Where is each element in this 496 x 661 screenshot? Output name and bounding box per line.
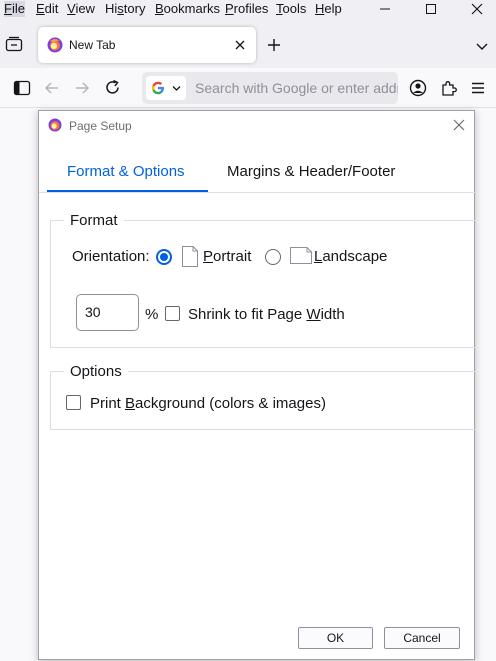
menu-view[interactable]: View — [67, 1, 95, 17]
navigation-toolbar: Search with Google or enter addr — [0, 68, 496, 108]
dialog-title: Page Setup — [69, 119, 132, 133]
arrow-left-icon — [44, 82, 58, 94]
menu-help[interactable]: Help — [315, 1, 342, 17]
page-setup-dialog: Page Setup Format & Options Margins & He… — [38, 110, 475, 660]
close-icon — [453, 119, 465, 131]
list-all-tabs-button[interactable] — [476, 39, 488, 57]
account-button[interactable] — [409, 79, 427, 102]
orientation-label: Orientation: — [72, 248, 150, 265]
extensions-button[interactable] — [440, 79, 458, 102]
close-icon — [471, 3, 483, 15]
tab-new-tab[interactable]: New Tab — [38, 27, 256, 63]
landscape-page-icon — [290, 247, 312, 264]
chevron-down-icon — [476, 43, 488, 50]
forward-button[interactable] — [74, 80, 90, 101]
url-placeholder: Search with Google or enter addr — [195, 80, 398, 96]
plus-icon — [268, 39, 280, 51]
print-background-checkbox[interactable] — [66, 395, 81, 410]
search-engine-button[interactable] — [146, 76, 186, 100]
arrow-right-icon — [76, 82, 90, 94]
reload-button[interactable] — [104, 79, 121, 101]
tab-margins-header-footer[interactable]: Margins & Header/Footer — [227, 163, 395, 180]
menu-profiles[interactable]: Profiles — [225, 1, 268, 17]
options-legend: Options — [64, 363, 128, 380]
menu-bookmarks[interactable]: Bookmarks — [155, 1, 220, 17]
tab-title: New Tab — [69, 38, 116, 52]
tab-strip: New Tab — [0, 18, 496, 68]
maximize-button[interactable] — [411, 0, 451, 18]
ok-button[interactable]: OK — [298, 627, 373, 649]
menu-history[interactable]: History — [105, 1, 145, 17]
print-background-label[interactable]: Print Background (colors & images) — [90, 395, 326, 412]
close-icon — [235, 40, 245, 50]
sidebar-icon — [13, 80, 31, 96]
shrink-to-fit-checkbox[interactable] — [165, 306, 180, 321]
app-menu-button[interactable] — [471, 81, 485, 99]
menu-edit[interactable]: Edit — [36, 1, 58, 17]
puzzle-icon — [442, 81, 457, 96]
menu-bar: File Edit View History Bookmarks Profile… — [0, 0, 496, 18]
portrait-label[interactable]: Portrait — [203, 248, 251, 265]
url-bar[interactable]: Search with Google or enter addr — [142, 72, 398, 104]
scale-input[interactable]: 30 — [76, 294, 139, 331]
tab-groups-icon — [5, 36, 23, 52]
firefox-logo-icon — [47, 37, 63, 53]
format-legend: Format — [64, 212, 124, 229]
percent-label: % — [145, 306, 159, 323]
menu-file[interactable]: File — [4, 1, 25, 17]
cancel-button[interactable]: Cancel — [384, 627, 460, 649]
new-tab-button[interactable] — [267, 38, 281, 57]
account-icon — [409, 79, 427, 97]
chevron-down-icon — [172, 86, 181, 91]
portrait-page-icon — [182, 246, 198, 267]
back-button[interactable] — [44, 80, 60, 101]
google-icon — [151, 81, 164, 95]
landscape-radio[interactable] — [265, 249, 281, 265]
shrink-to-fit-label[interactable]: Shrink to fit Page Width — [188, 306, 345, 323]
sidebar-button[interactable] — [13, 80, 31, 101]
minimize-button[interactable] — [365, 0, 405, 18]
close-tab-button[interactable] — [234, 38, 246, 56]
tab-separator — [39, 192, 475, 193]
maximize-icon — [426, 4, 436, 14]
reload-icon — [106, 79, 119, 94]
portrait-radio[interactable] — [156, 249, 172, 265]
tab-format-options[interactable]: Format & Options — [67, 163, 185, 180]
landscape-label[interactable]: Landscape — [314, 248, 387, 265]
hamburger-menu-icon — [472, 82, 484, 94]
firefox-logo-icon — [48, 118, 62, 132]
minimize-icon — [380, 8, 390, 10]
dialog-close-button[interactable] — [453, 118, 465, 136]
close-window-button[interactable] — [457, 0, 496, 18]
menu-tools[interactable]: Tools — [276, 1, 306, 17]
tab-groups-button[interactable] — [5, 36, 23, 57]
